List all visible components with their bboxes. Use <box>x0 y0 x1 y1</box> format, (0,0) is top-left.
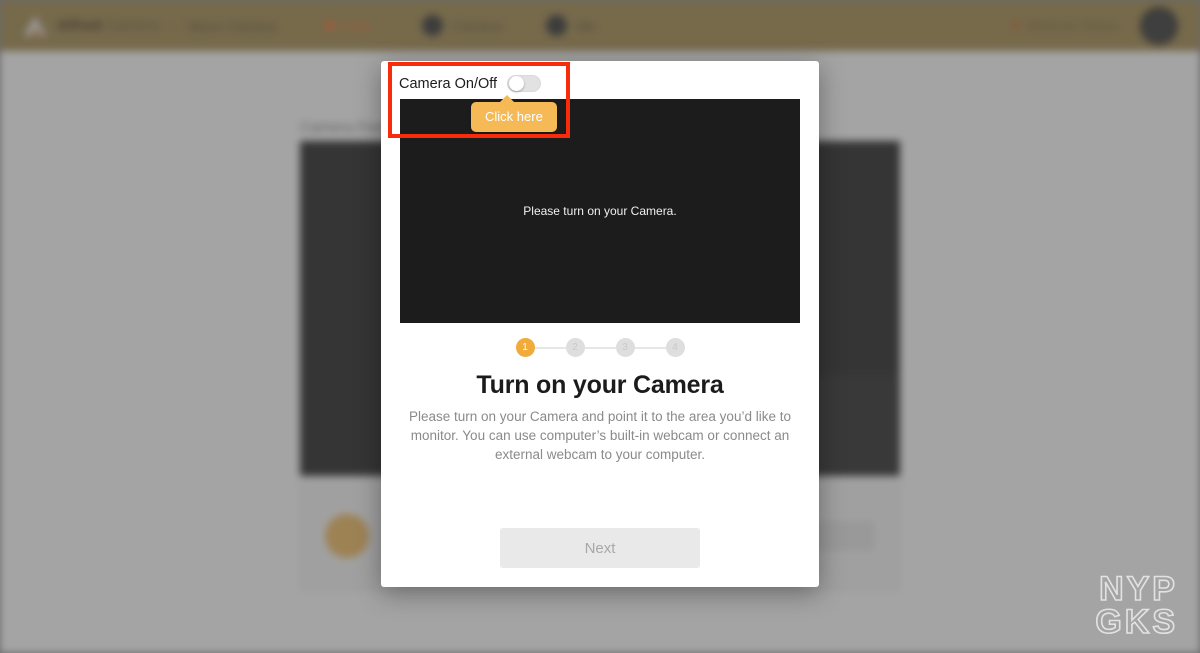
setup-stepper: 1 2 3 4 <box>381 338 819 357</box>
watermark-line-2: GKS <box>1095 603 1178 641</box>
next-button[interactable]: Next <box>500 528 700 568</box>
modal-title: Turn on your Camera <box>476 371 724 399</box>
camera-toggle-row: Camera On/Off <box>399 75 542 92</box>
camera-toggle-label: Camera On/Off <box>399 75 498 92</box>
camera-preview-pane: Please turn on your Camera. <box>400 99 800 323</box>
step-indicator-4[interactable]: 4 <box>665 338 685 357</box>
step-connector-2 <box>584 346 616 349</box>
camera-setup-modal: Camera On/Off Please turn on your Camera… <box>381 61 819 587</box>
step-indicator-2[interactable]: 2 <box>565 338 585 357</box>
toggle-knob <box>509 76 525 91</box>
camera-preview-message: Please turn on your Camera. <box>523 204 677 218</box>
step-connector-1 <box>534 346 566 349</box>
step-indicator-1[interactable]: 1 <box>515 338 535 357</box>
watermark: NYP GKS <box>1095 570 1178 641</box>
screenshot-root: Camera Feed Alfred Camera - W <box>0 0 1200 653</box>
step-indicator-3[interactable]: 3 <box>615 338 635 357</box>
camera-onoff-toggle[interactable] <box>507 75 542 92</box>
click-here-tooltip: Click here <box>471 95 557 132</box>
modal-description: Please turn on your Camera and point it … <box>409 409 791 462</box>
step-connector-3 <box>634 346 666 349</box>
watermark-line-1: NYP <box>1098 570 1178 608</box>
